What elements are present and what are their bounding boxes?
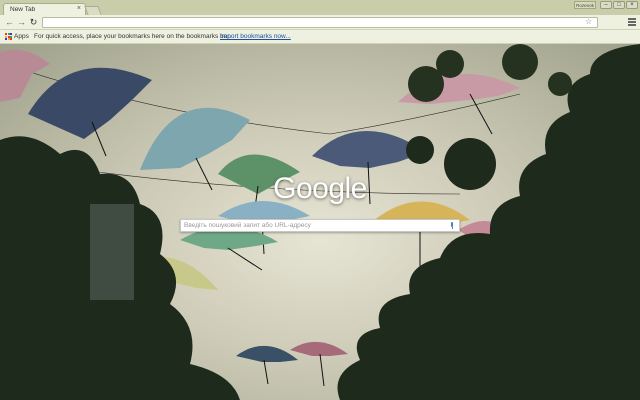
- umbrella-navy: [28, 67, 152, 157]
- bookmarks-prompt: For quick access, place your bookmarks h…: [34, 33, 231, 40]
- apps-icon[interactable]: [5, 33, 12, 40]
- back-icon[interactable]: ←: [4, 17, 15, 28]
- tab-title: New Tab: [10, 6, 36, 13]
- microphone-icon[interactable]: [450, 222, 454, 229]
- menu-icon[interactable]: [628, 18, 636, 27]
- toolbar: ← → ↻ ☆: [0, 15, 640, 30]
- ntp-search-input[interactable]: [184, 220, 442, 231]
- google-logo: Google: [273, 172, 367, 205]
- omnibox[interactable]: [42, 17, 598, 28]
- forward-icon[interactable]: →: [16, 17, 27, 28]
- umbrella-bottom-blue: [236, 345, 298, 385]
- tab-new-tab[interactable]: New Tab ×: [3, 3, 86, 15]
- profile-button[interactable]: Rozenok: [574, 1, 596, 9]
- apps-label[interactable]: Apps: [14, 33, 29, 40]
- star-icon[interactable]: ☆: [585, 17, 592, 27]
- minimize-button[interactable]: –: [600, 1, 612, 9]
- ntp-search-box[interactable]: [180, 219, 460, 232]
- close-tab-icon[interactable]: ×: [77, 5, 81, 12]
- new-tab-page: Google: [0, 44, 640, 400]
- import-bookmarks-link[interactable]: Import bookmarks now...: [220, 33, 291, 40]
- maximize-button[interactable]: □: [613, 1, 625, 9]
- new-tab-button[interactable]: [84, 6, 102, 15]
- tab-strip: New Tab × Rozenok – □ ×: [0, 0, 640, 15]
- reload-icon[interactable]: ↻: [28, 17, 39, 28]
- bookmarks-bar: Apps For quick access, place your bookma…: [0, 30, 640, 44]
- close-window-button[interactable]: ×: [626, 1, 638, 9]
